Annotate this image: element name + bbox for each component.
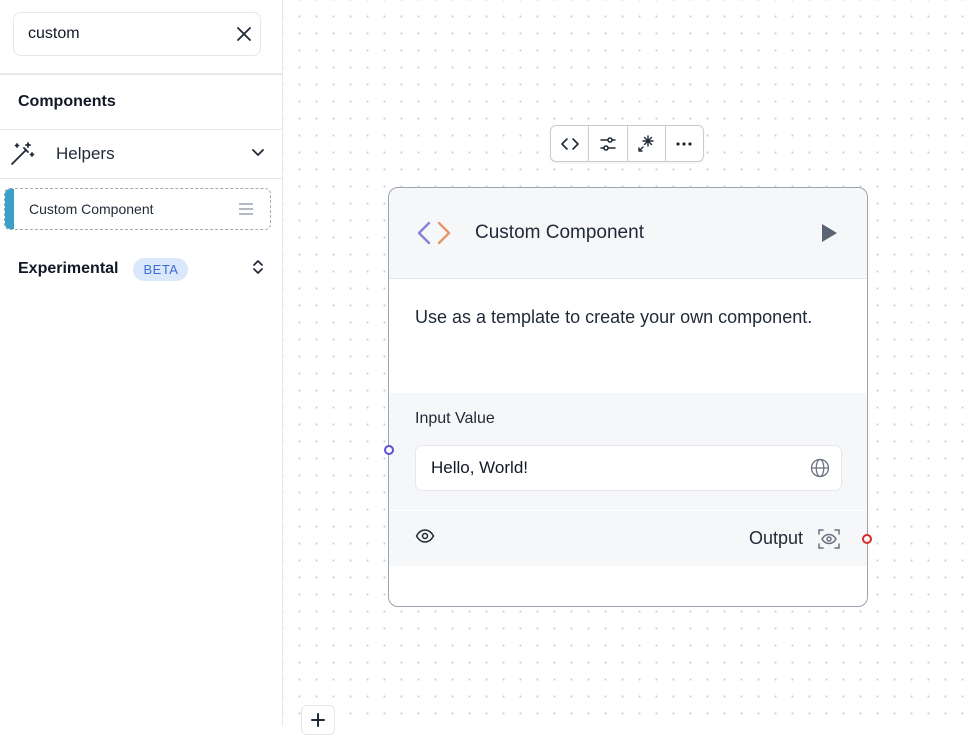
component-item-custom[interactable]: Custom Component xyxy=(4,188,271,230)
inspect-output-icon[interactable] xyxy=(817,527,841,551)
input-field xyxy=(415,445,842,491)
output-handle[interactable] xyxy=(862,534,872,544)
input-value-field[interactable] xyxy=(431,458,809,478)
search-area xyxy=(0,0,282,75)
snowflake-icon xyxy=(638,134,654,152)
node-toolbar xyxy=(550,125,704,162)
category-label: Helpers xyxy=(56,144,115,163)
category-experimental[interactable]: Experimental BETA xyxy=(0,248,282,290)
sidebar: Components Helpers Custom Component Expe… xyxy=(0,0,283,726)
component-accent xyxy=(5,189,14,229)
category-helpers[interactable]: Helpers xyxy=(0,130,282,179)
node-header: Custom Component xyxy=(389,188,867,279)
input-section: Input Value xyxy=(389,393,867,510)
components-heading: Components xyxy=(0,75,282,130)
eye-icon[interactable] xyxy=(415,526,435,546)
close-icon[interactable] xyxy=(235,24,253,44)
code-button[interactable] xyxy=(551,126,590,161)
input-handle[interactable] xyxy=(384,445,394,455)
output-label: Output xyxy=(748,528,803,548)
add-button[interactable] xyxy=(301,705,335,735)
chevron-up-down-icon[interactable] xyxy=(250,258,266,281)
search-input[interactable] xyxy=(28,25,235,43)
output-row: Output xyxy=(389,511,867,566)
node-description: Use as a template to create your own com… xyxy=(415,307,813,327)
code-icon xyxy=(415,219,453,247)
controls-button[interactable] xyxy=(589,126,628,161)
magic-wand-icon xyxy=(8,140,36,168)
node-title: Custom Component xyxy=(475,222,644,243)
drag-handle-icon[interactable] xyxy=(238,201,254,217)
freeze-button[interactable] xyxy=(628,126,666,161)
play-icon[interactable] xyxy=(817,221,841,245)
chevron-down-icon[interactable] xyxy=(250,144,266,165)
code-icon xyxy=(560,137,579,150)
search-box xyxy=(13,12,261,56)
sliders-icon xyxy=(600,136,616,151)
custom-component-node[interactable]: Custom Component Use as a template to cr… xyxy=(388,187,868,607)
input-label: Input Value xyxy=(415,410,495,427)
globe-icon[interactable] xyxy=(809,457,831,479)
more-icon xyxy=(676,141,692,146)
experimental-label: Experimental xyxy=(18,260,119,277)
component-item-label: Custom Component xyxy=(29,201,154,217)
more-button[interactable] xyxy=(666,126,703,161)
beta-badge: BETA xyxy=(133,257,189,281)
